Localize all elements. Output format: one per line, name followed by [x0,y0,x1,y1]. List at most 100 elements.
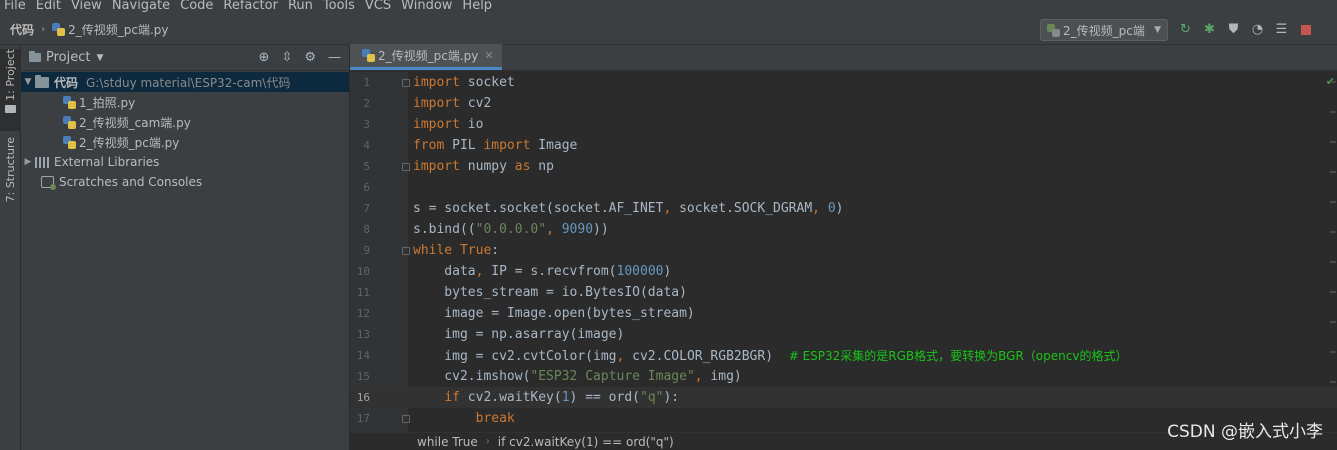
fold-icon[interactable] [402,78,410,87]
line-number[interactable]: 16 [350,391,390,404]
tree-file-item[interactable]: 2_传视频_pc端.py [21,132,349,152]
line-number[interactable]: 9 [350,244,390,257]
tab-project-label: 1: Project [4,49,17,101]
line-number[interactable]: 11 [350,286,390,299]
rerun-icon[interactable]: ↻ [1178,22,1193,37]
line-number[interactable]: 15 [350,370,390,383]
breadcrumb-scope[interactable]: if cv2.waitKey(1) == ord("q") [498,435,674,449]
code-line[interactable]: 3 import io [350,114,1337,135]
code-line[interactable]: 4 from PIL import Image [350,135,1337,156]
expanded-arrow-icon[interactable]: ▼ [21,77,35,87]
locate-icon[interactable]: ⊕ [259,50,270,65]
run-toolbar: ↻ ✱ ⛊ ◔ ☰ [1178,22,1313,37]
run-configuration-select[interactable]: 2_传视频_pc端 ▼ [1040,19,1168,41]
menu-file[interactable]: File [0,0,31,13]
chevron-down-icon: ▼ [1154,25,1161,35]
fold-icon[interactable] [402,162,410,171]
editor-tab-bar: 2_传视频_pc端.py ✕ [350,44,1337,71]
code-line[interactable]: 9 while True: [350,240,1337,261]
run-list-icon[interactable]: ☰ [1274,22,1289,37]
menu-tools[interactable]: Tools [318,0,360,13]
line-number[interactable]: 17 [350,412,390,425]
scroll-marker [1330,351,1336,353]
line-number[interactable]: 2 [350,97,390,110]
tree-file-item[interactable]: 1_拍照.py [21,92,349,112]
chevron-down-icon: ▼ [96,52,104,63]
scroll-marker [1330,141,1336,143]
menu-code[interactable]: Code [175,0,218,13]
code-line[interactable]: 11 bytes_stream = io.BytesIO(data) [350,282,1337,303]
code-text: import cv2 [413,96,491,111]
code-line[interactable]: 13 img = np.asarray(image) [350,324,1337,345]
tree-file-item[interactable]: 2_传视频_cam端.py [21,112,349,132]
line-number[interactable]: 10 [350,265,390,278]
profile-icon[interactable]: ◔ [1250,22,1265,37]
line-number[interactable]: 13 [350,328,390,341]
minimize-icon[interactable]: — [328,50,341,65]
collapse-all-icon[interactable]: ⇳ [281,50,292,65]
line-number[interactable]: 3 [350,118,390,131]
code-token: 0 [827,201,836,216]
code-line[interactable]: 5 import numpy as np [350,156,1337,177]
tab-project[interactable]: 1: Project [0,49,21,131]
menu-navigate[interactable]: Navigate [107,0,175,13]
gear-icon[interactable]: ⚙ [304,50,316,65]
chevron-right-icon: › [41,23,46,35]
line-number[interactable]: 7 [350,202,390,215]
code-line[interactable]: 12 image = Image.open(bytes_stream) [350,303,1337,324]
tree-root-folder[interactable]: ▼ 代码 G:\stduy material\ESP32-cam\代码 [21,72,349,92]
tree-scratches[interactable]: Scratches and Consoles [21,172,349,192]
coverage-icon[interactable]: ⛊ [1226,22,1241,37]
collapsed-arrow-icon[interactable]: ▶ [21,157,35,167]
breadcrumb-root[interactable]: 代码 › [0,21,52,38]
menu-edit[interactable]: Edit [31,0,66,13]
python-file-icon [63,115,76,129]
code-token: ) [663,264,672,279]
fold-icon[interactable] [402,246,410,255]
scratches-icon [41,176,56,190]
menu-run[interactable]: Run [283,0,318,13]
code-text: img = cv2.cvtColor(img, cv2.COLOR_RGB2BG… [413,347,1127,364]
line-number[interactable]: 12 [350,307,390,320]
breadcrumb-file[interactable]: 2_传视频_pc端.py [52,21,169,38]
code-line[interactable]: 6 [350,177,1337,198]
menu-refactor[interactable]: Refactor [218,0,283,13]
code-token: import [413,117,460,132]
code-line[interactable]: 15 cv2.imshow("ESP32 Capture Image", img… [350,366,1337,387]
project-view-select[interactable]: Project ▼ [29,50,103,65]
menu-vcs[interactable]: VCS [360,0,396,13]
code-line[interactable]: 14 img = cv2.cvtColor(img, cv2.COLOR_RGB… [350,345,1337,366]
code-line[interactable]: 16 if cv2.waitKey(1) == ord("q"): [350,387,1337,408]
code-line[interactable]: 7 s = socket.socket(socket.AF_INET, socke… [350,198,1337,219]
code-area[interactable]: 1 import socket 2 import cv2 3 import io 4 from… [350,72,1337,429]
line-number[interactable]: 6 [350,181,390,194]
fold-icon[interactable] [402,414,410,423]
code-line[interactable]: 10 data, IP = s.recvfrom(100000) [350,261,1337,282]
project-panel-header: Project ▼ ⊕ ⇳ ⚙ — [21,45,349,71]
scrollbar[interactable] [1329,81,1337,391]
code-text: import numpy as np [413,159,554,174]
line-number[interactable]: 8 [350,223,390,236]
project-panel: Project ▼ ⊕ ⇳ ⚙ — ▼ 代码 G:\stduy material… [21,45,349,450]
tree-external-libraries[interactable]: ▶ External Libraries [21,152,349,172]
code-token: IP = s.recvfrom( [483,264,617,279]
code-line[interactable]: 2 import cv2 [350,93,1337,114]
code-line[interactable]: 1 import socket [350,72,1337,93]
line-number[interactable]: 5 [350,160,390,173]
tab-structure[interactable]: 7: Structure [0,137,21,217]
debug-icon[interactable]: ✱ [1202,22,1217,37]
menu-window[interactable]: Window [396,0,457,13]
line-number[interactable]: 4 [350,139,390,152]
editor-tab[interactable]: 2_传视频_pc端.py ✕ [350,44,502,70]
code-line[interactable]: 8 s.bind(("0.0.0.0", 9090)) [350,219,1337,240]
close-icon[interactable]: ✕ [484,49,493,62]
stop-icon[interactable] [1298,22,1313,37]
line-number[interactable]: 14 [350,349,390,362]
line-number[interactable]: 1 [350,76,390,89]
menu-view[interactable]: View [66,0,107,13]
menu-help[interactable]: Help [457,0,497,13]
breadcrumb-scope[interactable]: while True [417,435,478,449]
